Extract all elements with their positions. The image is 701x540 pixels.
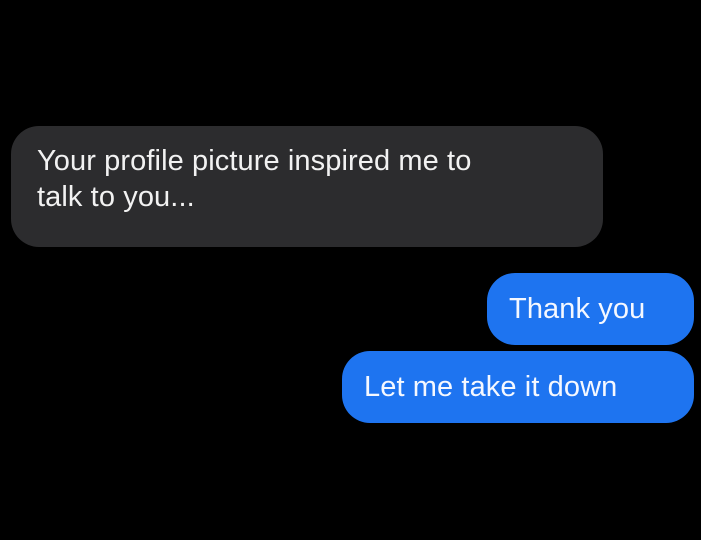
outgoing-message-bubble-thank-you[interactable]: Thank you xyxy=(487,273,694,345)
outgoing-message-bubble-take-it-down[interactable]: Let me take it down xyxy=(342,351,694,423)
chat-screen: Your profile picture inspired me to talk… xyxy=(0,0,701,540)
incoming-message-bubble[interactable]: Your profile picture inspired me to talk… xyxy=(11,126,603,247)
